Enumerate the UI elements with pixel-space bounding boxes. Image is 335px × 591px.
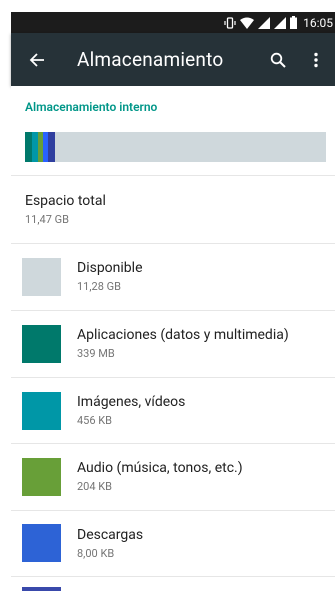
item-label: Imágenes, vídeos [77, 394, 186, 410]
item-value: 8,00 KB [77, 547, 115, 560]
total-space-label: Espacio total [25, 193, 106, 209]
signal-icon [258, 16, 271, 29]
arrow-back-icon[interactable] [11, 33, 63, 86]
item-value: 11,28 GB [77, 280, 121, 293]
color-swatch [22, 325, 61, 363]
divider [11, 576, 335, 577]
storage-usage-bar [25, 132, 326, 162]
list-item-imagenes[interactable]: Imágenes, vídeos 456 KB [11, 378, 335, 444]
signal-icon [274, 16, 287, 29]
page-title: Almacenamiento [77, 48, 224, 71]
item-value: 456 KB [77, 414, 113, 427]
total-space-value: 11,47 GB [25, 213, 69, 226]
battery-icon [290, 16, 298, 29]
color-swatch [22, 458, 61, 496]
search-icon[interactable] [259, 33, 297, 86]
item-label: Descargas [77, 527, 144, 543]
color-swatch [22, 524, 61, 562]
more-vert-icon[interactable] [297, 33, 335, 86]
item-value: 339 MB [77, 347, 115, 360]
wifi-icon [240, 17, 255, 29]
usage-segment-other [48, 132, 55, 162]
item-label: Audio (música, tonos, etc.) [77, 460, 243, 476]
item-label: Disponible [77, 260, 143, 276]
status-bar: 16:05 [11, 12, 335, 33]
list-item-descargas[interactable]: Descargas 8,00 KB [11, 511, 335, 577]
vibrate-icon [224, 16, 236, 29]
item-label: Aplicaciones (datos y multimedia) [77, 327, 289, 343]
status-time: 16:05 [303, 15, 333, 30]
top-strip [0, 0, 335, 12]
color-swatch [22, 587, 61, 591]
list-item-aplicaciones[interactable]: Aplicaciones (datos y multimedia) 339 MB [11, 311, 335, 377]
app-bar: Almacenamiento [11, 33, 335, 86]
list-item-audio[interactable]: Audio (música, tonos, etc.) 204 KB [11, 444, 335, 510]
usage-segment-apps [25, 132, 32, 162]
total-space-row[interactable]: Espacio total 11,47 GB [11, 176, 335, 242]
storage-content: Almacenamiento interno Espacio total 11,… [11, 86, 335, 591]
list-item-disponible[interactable]: Disponible 11,28 GB [11, 244, 335, 310]
section-header: Almacenamiento interno [25, 100, 158, 114]
item-value: 204 KB [77, 480, 113, 493]
color-swatch [22, 258, 61, 296]
color-swatch [22, 392, 61, 430]
